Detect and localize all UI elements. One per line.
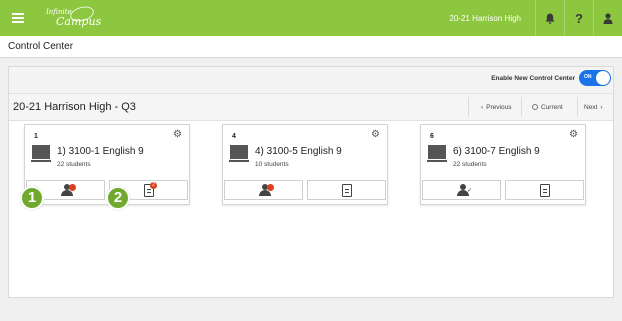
control-center-toggle-row: Enable New Control Center ON — [9, 67, 613, 93]
chevron-right-icon: › — [600, 103, 603, 111]
bell-icon — [545, 13, 555, 24]
toggle-label: Enable New Control Center — [491, 75, 575, 82]
top-navigation-bar: Infinite Campus 20-21 Harrison High ? — [0, 0, 622, 36]
section-card[interactable]: 6 ⚙ 6) 3100-7 English 9 22 students ✓ — [420, 124, 586, 205]
notifications-button[interactable] — [535, 0, 564, 36]
previous-label: Previous — [486, 103, 512, 111]
school-selector[interactable]: 20-21 Harrison High — [449, 14, 535, 23]
period-number: 6 — [430, 133, 434, 140]
previous-button[interactable]: ‹ Previous — [481, 97, 511, 117]
callout-number-1: 1 — [20, 186, 44, 210]
section-card[interactable]: 4 ⚙ 4) 3100-5 English 9 10 students — [222, 124, 388, 205]
student-count: 10 students — [255, 161, 289, 168]
notification-badge: 2 — [150, 182, 157, 189]
next-label: Next — [584, 103, 598, 111]
toggle-state-label: ON — [584, 74, 592, 80]
attendance-button[interactable] — [224, 180, 303, 200]
student-count: 22 students — [57, 161, 91, 168]
roster-badge-icon: 2 — [144, 182, 157, 197]
period-number: 4 — [232, 133, 236, 140]
classroom-screen-icon — [31, 145, 51, 163]
infinite-campus-logo[interactable]: Infinite Campus — [44, 4, 104, 31]
course-name[interactable]: 4) 3100-5 English 9 — [255, 146, 342, 157]
roster-button[interactable] — [505, 180, 584, 200]
attendance-done-icon: ✓ — [457, 184, 472, 196]
gear-icon[interactable]: ⚙ — [569, 129, 578, 140]
classroom-screen-icon — [229, 145, 249, 163]
user-icon — [603, 12, 613, 24]
divider — [468, 97, 469, 117]
roster-button[interactable] — [307, 180, 386, 200]
radio-icon — [532, 104, 538, 110]
chevron-left-icon: ‹ — [481, 103, 484, 111]
gear-icon[interactable]: ⚙ — [371, 129, 380, 140]
divider — [577, 97, 578, 117]
document-icon — [342, 184, 352, 197]
current-label: Current — [541, 103, 563, 111]
term-title: 20-21 Harrison High - Q3 — [13, 101, 136, 113]
gear-icon[interactable]: ⚙ — [173, 129, 182, 140]
menu-icon[interactable] — [0, 0, 36, 36]
divider — [521, 97, 522, 117]
course-name[interactable]: 6) 3100-7 English 9 — [453, 146, 540, 157]
current-button[interactable]: Current — [532, 97, 563, 117]
classroom-screen-icon — [427, 145, 447, 163]
page-title: Control Center — [8, 41, 74, 52]
user-account-button[interactable] — [593, 0, 622, 36]
course-name[interactable]: 1) 3100-1 English 9 — [57, 146, 144, 157]
attendance-alert-icon — [61, 184, 76, 196]
question-mark-icon: ? — [575, 10, 583, 26]
attendance-button[interactable]: ✓ — [422, 180, 501, 200]
term-header: 20-21 Harrison High - Q3 ‹ Previous Curr… — [9, 93, 613, 121]
period-number: 1 — [34, 133, 38, 140]
toggle-knob — [596, 71, 610, 85]
attendance-alert-icon — [259, 184, 274, 196]
next-button[interactable]: Next › — [584, 97, 603, 117]
student-count: 22 students — [453, 161, 487, 168]
document-icon — [540, 184, 550, 197]
page-header: Control Center — [0, 36, 622, 58]
enable-new-control-center-toggle[interactable]: ON — [579, 70, 611, 86]
help-button[interactable]: ? — [564, 0, 593, 36]
callout-number-2: 2 — [106, 186, 130, 210]
